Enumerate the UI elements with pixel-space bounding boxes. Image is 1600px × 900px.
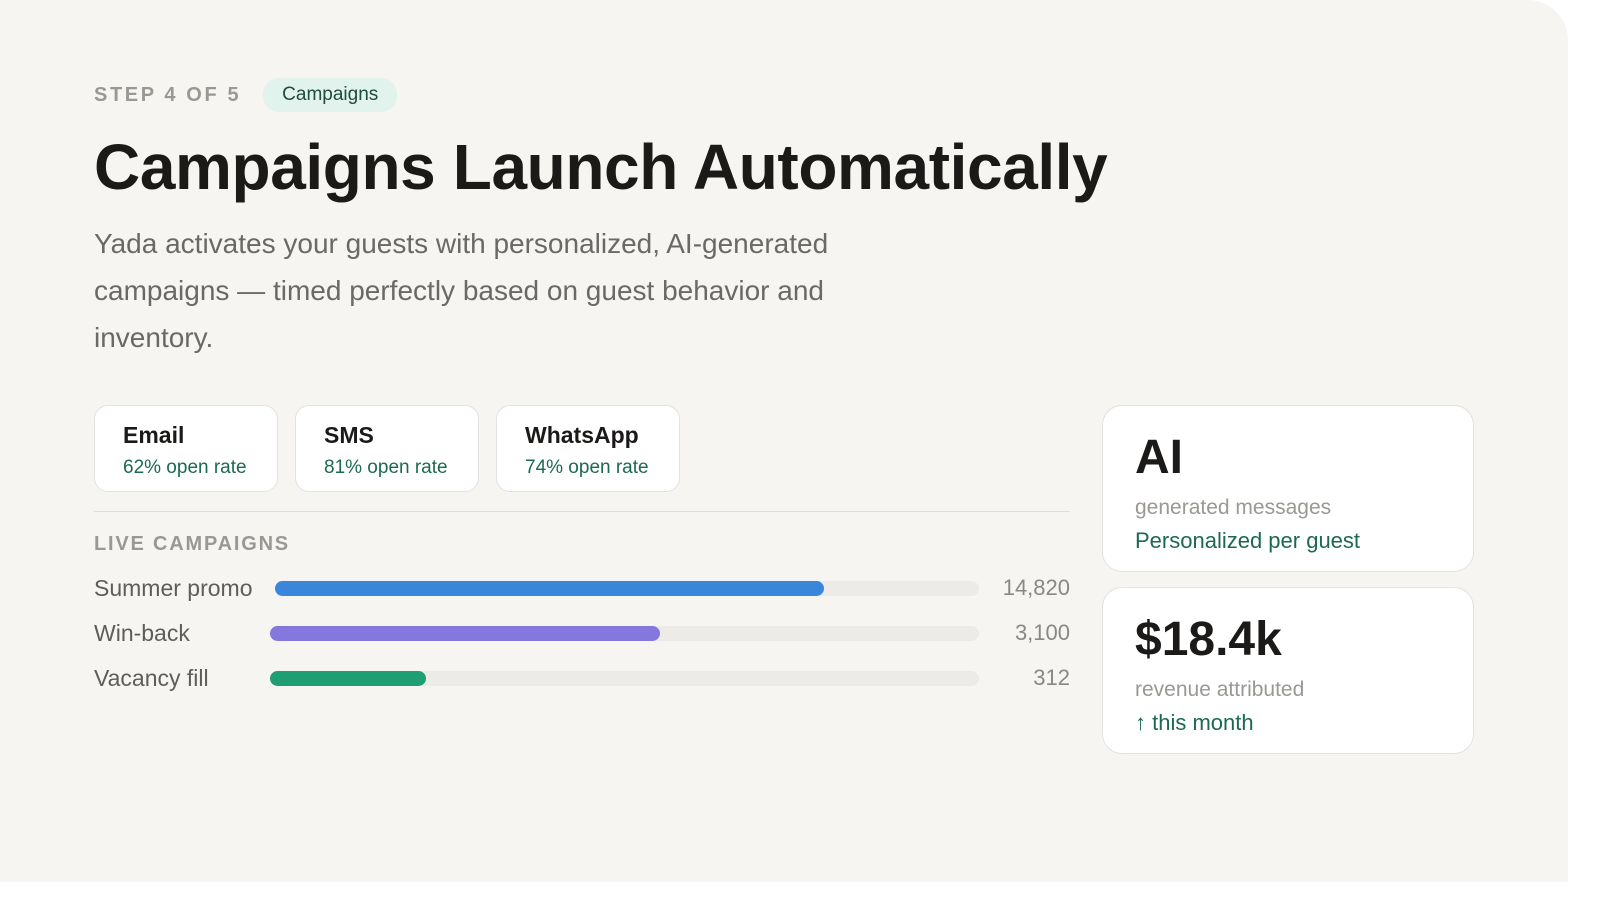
campaign-count: 3,100 xyxy=(1014,620,1070,645)
campaign-progress-fill xyxy=(270,626,660,641)
channel-name: Email xyxy=(123,422,185,448)
page-title: Campaigns Launch Automatically xyxy=(94,131,1108,203)
live-campaigns-heading: LIVE CAMPAIGNS xyxy=(94,533,290,555)
channel-open-rate: 62% open rate xyxy=(123,457,247,478)
channel-card-sms[interactable]: SMS 81% open rate xyxy=(295,405,479,492)
slide-panel: STEP 4 OF 5 Campaigns Campaigns Launch A… xyxy=(0,0,1568,882)
section-tag: Campaigns xyxy=(263,78,398,112)
campaign-progress-track xyxy=(275,581,979,596)
channel-open-rate: 81% open rate xyxy=(324,457,448,478)
campaign-row-win-back: Win-back 3,100 xyxy=(94,618,1070,648)
stat-card-ai: AI generated messages Personalized per g… xyxy=(1102,405,1474,572)
stat-caption: revenue attributed xyxy=(1135,678,1305,701)
stat-value: $18.4k xyxy=(1135,613,1282,666)
campaign-count: 14,820 xyxy=(1002,575,1070,600)
campaign-count: 312 xyxy=(1033,665,1070,690)
channel-card-email[interactable]: Email 62% open rate xyxy=(94,405,278,492)
campaign-progress-fill xyxy=(275,581,825,596)
stat-value: AI xyxy=(1135,431,1183,484)
step-label: STEP 4 OF 5 xyxy=(94,83,242,106)
stat-highlight: ↑ this month xyxy=(1135,710,1254,735)
campaign-progress-fill xyxy=(270,671,426,686)
stat-card-revenue: $18.4k revenue attributed ↑ this month xyxy=(1102,587,1474,754)
campaign-name: Vacancy fill xyxy=(94,665,209,691)
stat-highlight: Personalized per guest xyxy=(1135,528,1361,553)
campaign-name: Win-back xyxy=(94,620,190,646)
channel-name: WhatsApp xyxy=(525,422,639,448)
campaign-row-summer-promo: Summer promo 14,820 xyxy=(94,573,1070,603)
campaign-progress-track xyxy=(270,626,979,641)
channel-name: SMS xyxy=(324,422,374,448)
channel-list: Email 62% open rate SMS 81% open rate Wh… xyxy=(94,405,680,492)
campaign-name: Summer promo xyxy=(94,575,253,601)
step-indicator: STEP 4 OF 5 Campaigns xyxy=(94,78,398,112)
campaign-progress-track xyxy=(270,671,979,686)
section-divider xyxy=(94,511,1070,512)
campaign-row-vacancy-fill: Vacancy fill 312 xyxy=(94,663,1070,693)
stat-caption: generated messages xyxy=(1135,496,1332,519)
page-subtitle: Yada activates your guests with personal… xyxy=(94,228,829,353)
channel-card-whatsapp[interactable]: WhatsApp 74% open rate xyxy=(496,405,680,492)
channel-open-rate: 74% open rate xyxy=(525,457,649,478)
